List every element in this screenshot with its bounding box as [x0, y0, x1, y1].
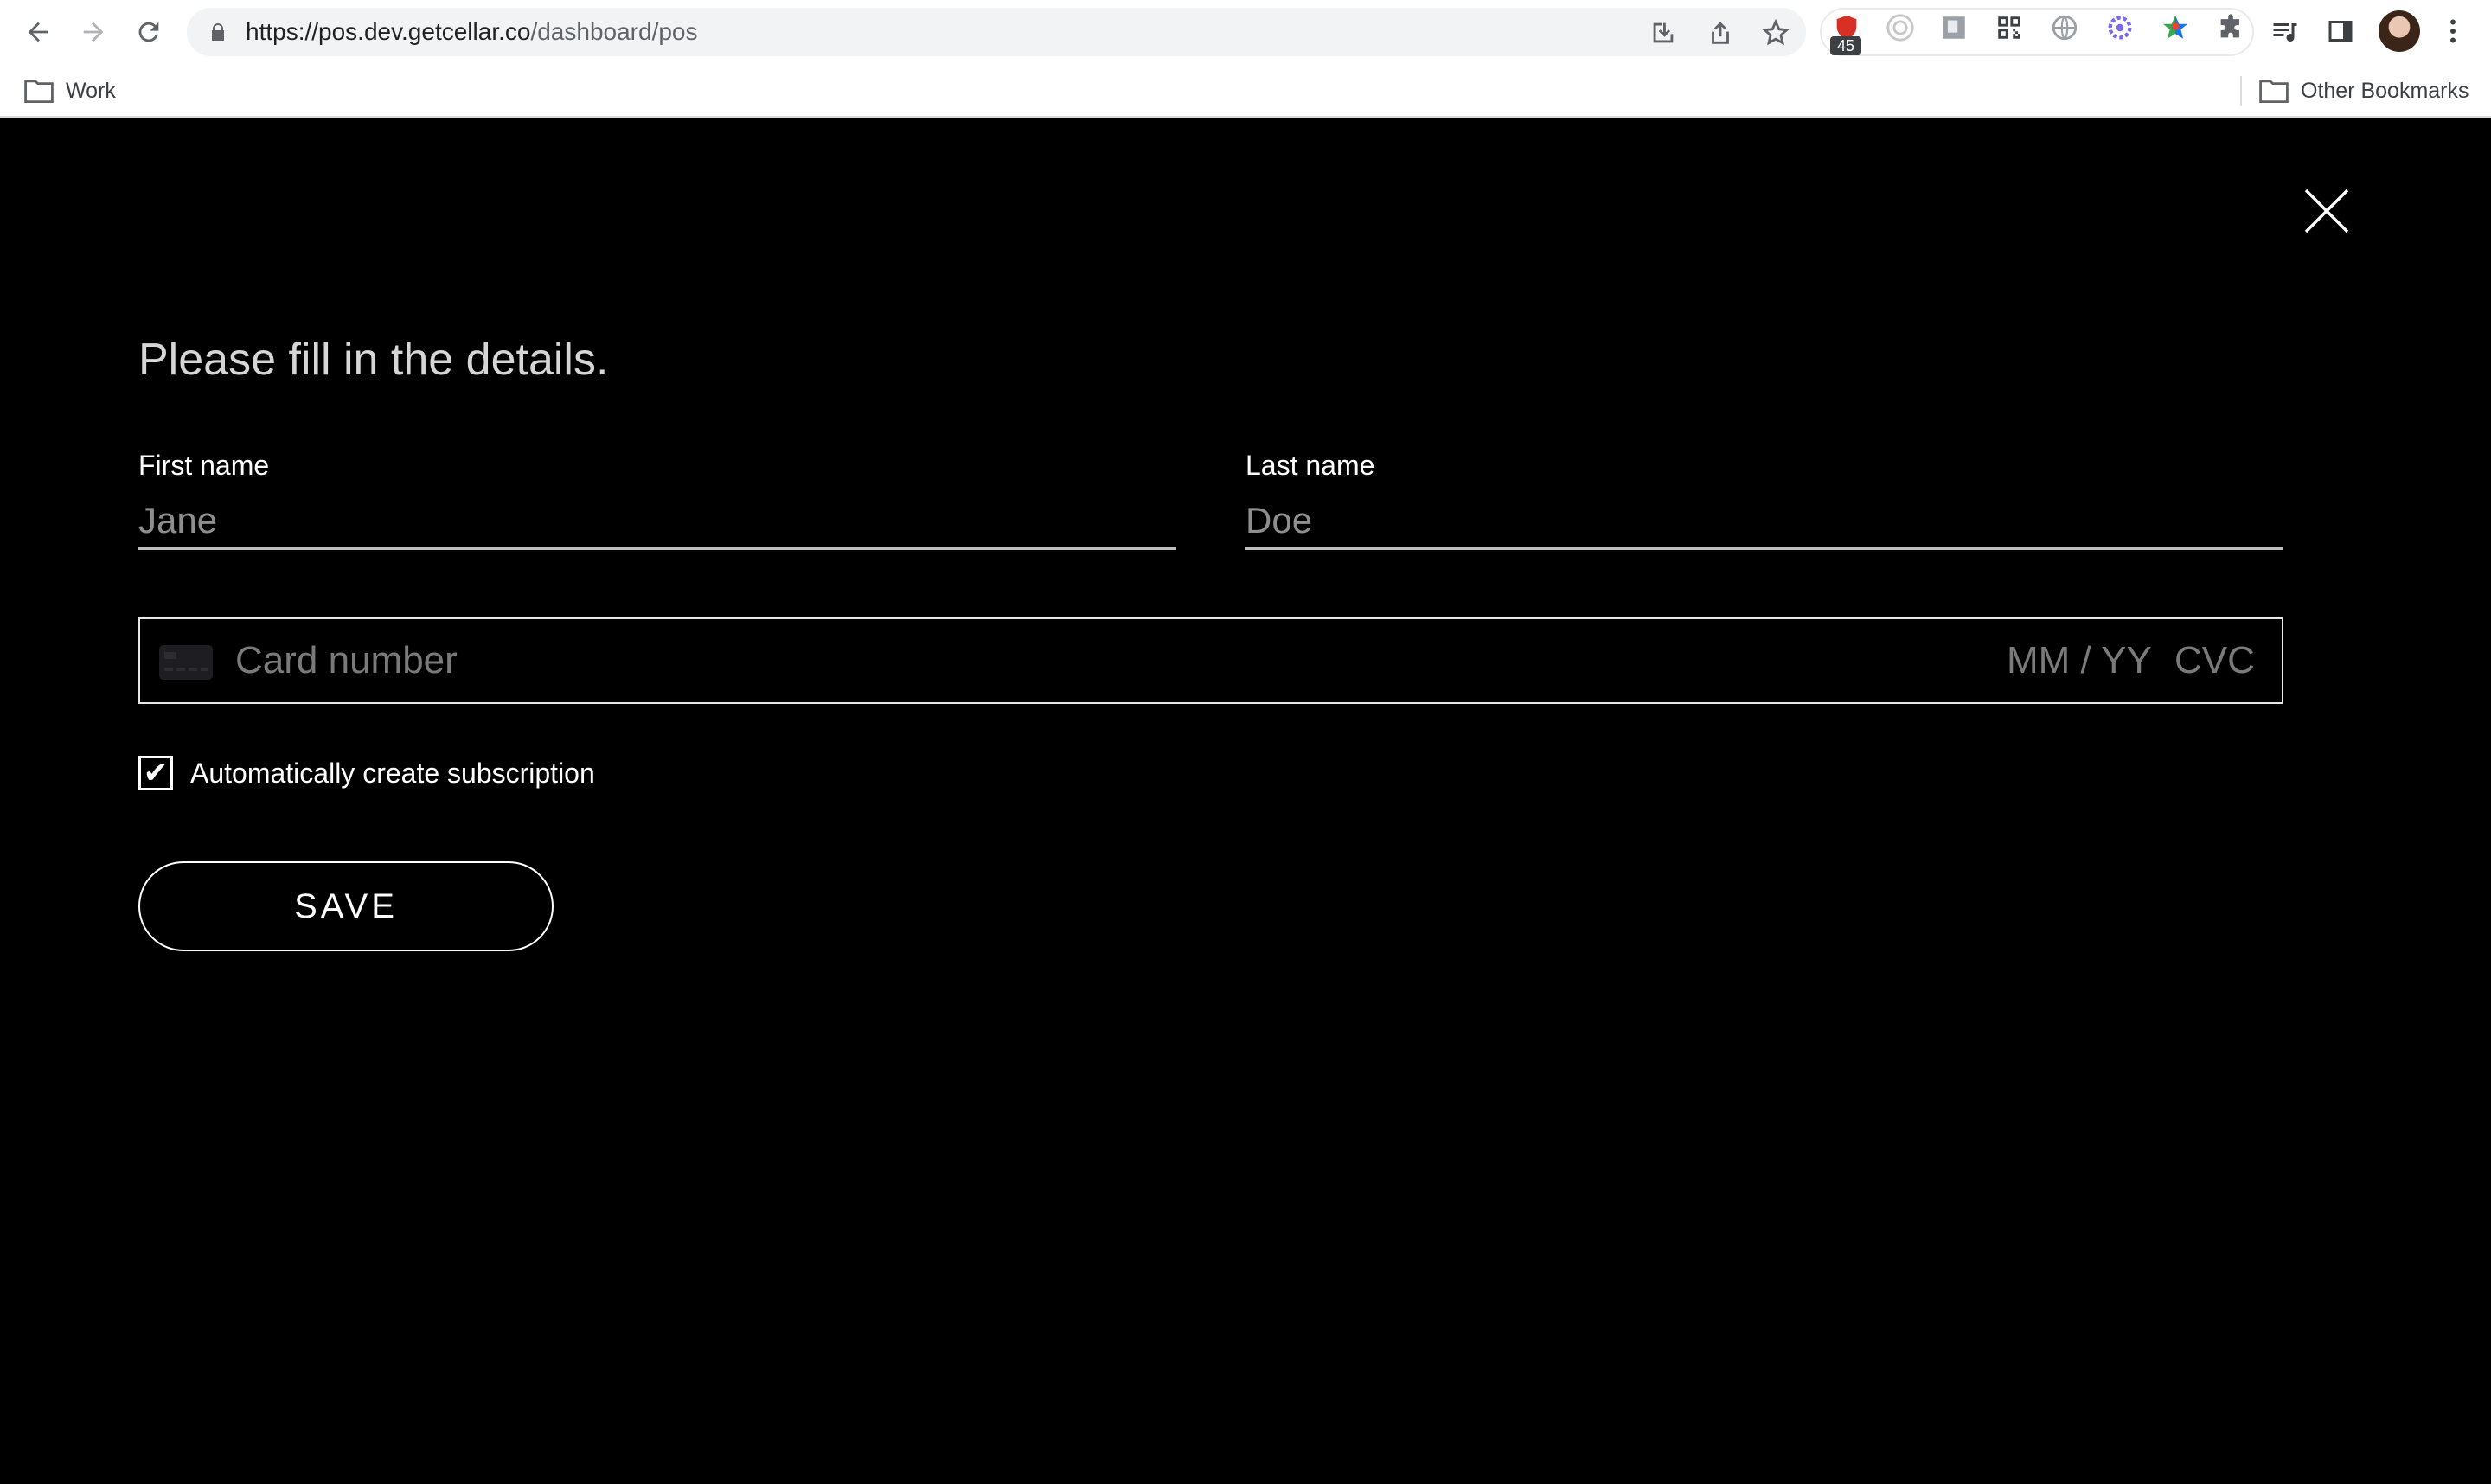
colorful-star-icon[interactable] — [2161, 13, 2190, 42]
first-name-input[interactable] — [138, 493, 1176, 550]
share-icon[interactable] — [1706, 18, 1735, 48]
side-panel-icon[interactable] — [2325, 16, 2356, 47]
reload-icon — [138, 22, 159, 42]
lock-icon — [212, 23, 224, 41]
subscription-checkbox[interactable]: ✔ — [138, 756, 173, 790]
bookmark-label: Other Bookmarks — [2301, 78, 2469, 103]
details-modal: Please fill in the details. First name L… — [0, 119, 2491, 1484]
checkmark-icon: ✔ — [143, 757, 169, 790]
browser-toolbar: https://pos.dev.getcellar.co/dashboard/p… — [0, 0, 2491, 64]
profile-avatar[interactable] — [2379, 10, 2420, 52]
bookmarks-divider — [2240, 76, 2242, 106]
card-expiry-input[interactable]: MM / YY — [2007, 619, 2152, 702]
form-heading: Please fill in the details. — [138, 335, 609, 385]
bookmark-label: Work — [66, 78, 116, 103]
close-icon[interactable] — [2302, 187, 2351, 235]
globe-icon[interactable] — [2050, 13, 2079, 42]
forward-button[interactable] — [73, 11, 114, 53]
target-extension-icon[interactable] — [1886, 13, 1915, 42]
credit-card-icon — [159, 645, 213, 680]
gear-extension-icon[interactable] — [2105, 13, 2135, 42]
forward-icon — [83, 22, 104, 42]
bookmarks-bar: Work Other Bookmarks — [0, 64, 2491, 118]
back-button[interactable] — [17, 11, 59, 53]
bookmark-folder-work[interactable]: Work — [24, 64, 116, 118]
subscription-label: Automatically create subscription — [190, 758, 595, 789]
card-number-input[interactable] — [235, 619, 1792, 702]
url-text[interactable]: https://pos.dev.getcellar.co/dashboard/p… — [246, 8, 698, 56]
card-details-field[interactable]: MM / YY CVC — [138, 617, 2283, 704]
extensions-puzzle-icon[interactable] — [2216, 13, 2245, 42]
back-icon — [28, 22, 48, 42]
card-cvc-input[interactable]: CVC — [2174, 619, 2255, 702]
folder-icon — [2259, 80, 2289, 103]
install-icon[interactable] — [1649, 18, 1678, 48]
last-name-label: Last name — [1246, 450, 1375, 481]
folder-icon — [24, 80, 54, 103]
qr-code-icon[interactable] — [1995, 13, 2024, 42]
kebab-menu-icon[interactable] — [2437, 16, 2469, 47]
bookmark-folder-other[interactable]: Other Bookmarks — [2259, 64, 2469, 118]
reload-button[interactable] — [128, 11, 170, 53]
last-name-input[interactable] — [1246, 493, 2283, 550]
media-icon[interactable] — [2270, 16, 2301, 47]
star-icon[interactable] — [1761, 18, 1790, 48]
image-extension-icon[interactable] — [1939, 13, 1969, 42]
first-name-label: First name — [138, 450, 270, 481]
save-button[interactable]: SAVE — [138, 861, 554, 951]
extension-badge: 45 — [1830, 36, 1861, 55]
address-bar[interactable]: https://pos.dev.getcellar.co/dashboard/p… — [187, 8, 1806, 56]
